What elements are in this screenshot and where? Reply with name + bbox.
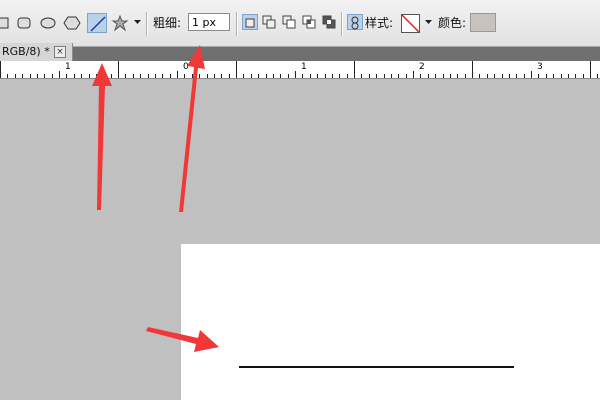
annotation-arrow [179, 45, 205, 212]
annotation-arrows [92, 45, 219, 352]
annotation-arrow [92, 63, 112, 210]
annotation-arrow [146, 327, 219, 352]
